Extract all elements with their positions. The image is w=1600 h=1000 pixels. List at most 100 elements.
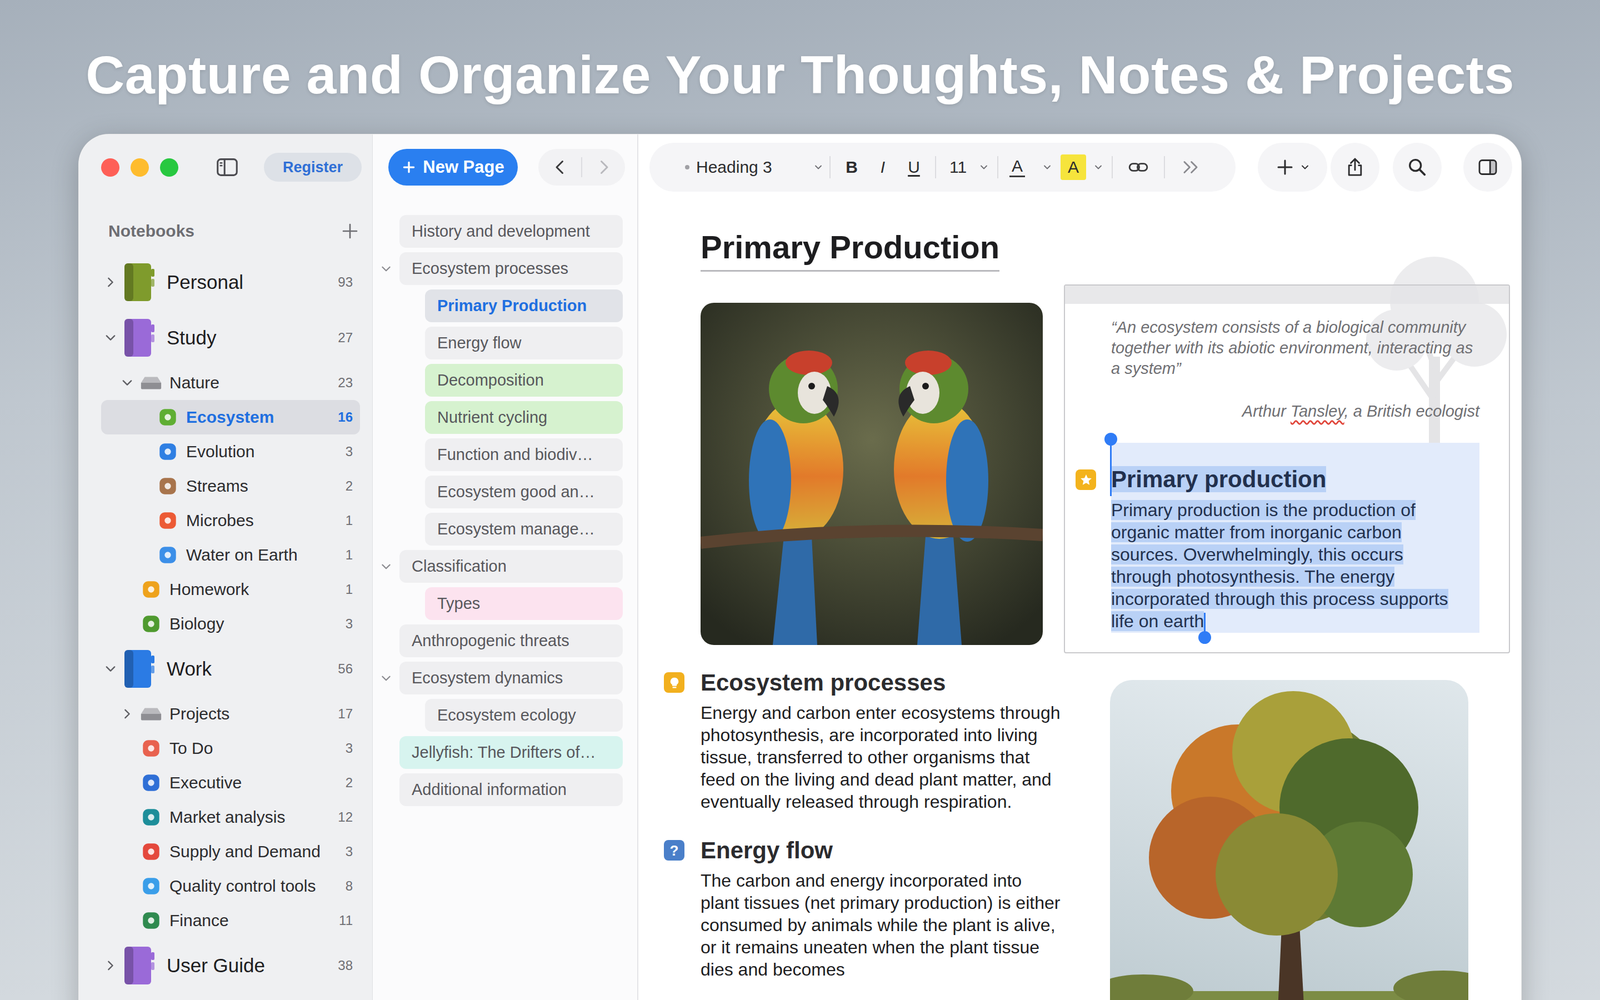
note-heading[interactable]: Primary production <box>1111 460 1480 498</box>
section-heading[interactable]: Energy flow <box>700 834 833 867</box>
page-item[interactable]: Ecosystem ecology <box>425 698 623 732</box>
inspector-toggle-button[interactable] <box>1463 142 1513 192</box>
page-item[interactable]: Additional information <box>399 773 623 807</box>
insert-button[interactable] <box>1257 142 1328 192</box>
sidebar-item[interactable]: Homework 1 <box>101 572 360 607</box>
section-icon <box>158 476 178 496</box>
sidebar-item-count: 12 <box>337 809 353 825</box>
minimize-button[interactable] <box>130 158 149 177</box>
section-icon <box>158 442 178 462</box>
content-section: ? Energy flow The carbon and energy inco… <box>700 834 1062 981</box>
chevron-icon[interactable] <box>103 275 118 289</box>
selected-note-block[interactable]: Primary production Primary production is… <box>1111 442 1480 633</box>
page-item[interactable]: Nutrient cycling <box>425 401 623 434</box>
sidebar-item[interactable]: Projects 17 <box>101 696 360 732</box>
share-button[interactable] <box>1330 142 1380 192</box>
sidebar-item[interactable]: Executive 2 <box>101 765 360 800</box>
headline: Capture and Organize Your Thoughts, Note… <box>0 0 1600 107</box>
parrots-image[interactable] <box>700 302 1043 645</box>
selection-end-handle[interactable] <box>1203 612 1206 633</box>
back-button[interactable] <box>538 148 582 186</box>
chevron-icon[interactable] <box>103 331 118 345</box>
sidebar-item[interactable]: Ecosystem 16 <box>101 400 360 435</box>
page-item[interactable]: Ecosystem processes <box>399 252 623 285</box>
page-item[interactable]: Function and biodiv… <box>425 438 623 472</box>
page-item[interactable]: Classification <box>399 550 623 583</box>
font-size-dropdown[interactable]: 11 <box>941 157 992 177</box>
sidebar-item-label: Market analysis <box>169 807 334 827</box>
sidebar-item[interactable]: Streams 2 <box>101 468 360 504</box>
bold-button[interactable]: B <box>836 157 868 177</box>
sidebar-toggle-icon[interactable] <box>214 154 240 180</box>
sidebar-item[interactable]: To Do 3 <box>101 731 360 766</box>
sidebar-item[interactable]: Study 27 <box>101 310 360 366</box>
link-button[interactable] <box>1118 156 1159 178</box>
page-list-toolbar: New Page <box>372 134 638 200</box>
sidebar-item[interactable]: Microbes 1 <box>101 503 360 538</box>
question-badge-icon[interactable]: ? <box>663 840 685 861</box>
sidebar-item-count: 17 <box>337 706 353 722</box>
sidebar-item-count: 1 <box>345 547 353 563</box>
page-row: Jellyfish: The Drifters of… <box>372 736 638 769</box>
section-text[interactable]: The carbon and energy incorporated into … <box>700 869 1062 981</box>
chevron-icon[interactable] <box>380 560 393 573</box>
quote-attribution[interactable]: Arthur Tansley, a British ecologist <box>1111 401 1480 422</box>
sidebar-item-label: Finance <box>169 911 335 930</box>
sidebar-item[interactable]: Water on Earth 1 <box>101 537 360 573</box>
chevron-icon[interactable] <box>120 376 134 390</box>
sidebar-item[interactable]: Supply and Demand 3 <box>101 834 360 869</box>
paragraph-style-dropdown[interactable]: Heading 3 <box>685 157 824 177</box>
sidebar-item[interactable]: Biology 3 <box>101 606 360 642</box>
highlight-color-button[interactable]: A <box>1055 154 1107 180</box>
page-item[interactable]: Decomposition <box>425 363 623 397</box>
tree-picture <box>1110 680 1469 1000</box>
sidebar-item-label: Evolution <box>186 442 342 462</box>
section-text[interactable]: Energy and carbon enter ecosystems throu… <box>700 701 1062 813</box>
star-badge-icon[interactable] <box>1075 469 1097 490</box>
section-heading[interactable]: Ecosystem processes <box>700 666 946 699</box>
folder-icon <box>139 705 163 723</box>
italic-button[interactable]: I <box>867 157 899 177</box>
selection-start-handle[interactable] <box>1110 442 1112 497</box>
page-item[interactable]: History and development <box>399 215 623 248</box>
sidebar-item[interactable]: Nature 23 <box>101 365 360 400</box>
page-title[interactable]: Primary Production <box>700 227 1000 272</box>
chevron-icon[interactable] <box>120 707 134 721</box>
page-item[interactable]: Energy flow <box>425 326 623 360</box>
search-button[interactable] <box>1392 142 1442 192</box>
zoom-button[interactable] <box>160 158 179 177</box>
text-color-button[interactable]: A <box>1003 157 1055 178</box>
chevron-icon[interactable] <box>380 262 393 275</box>
sidebar-item[interactable]: Evolution 3 <box>101 434 360 469</box>
sidebar-item[interactable]: Quality control tools 8 <box>101 868 360 904</box>
idea-badge-icon[interactable] <box>663 672 685 693</box>
register-button[interactable]: Register <box>263 152 362 182</box>
chevron-icon[interactable] <box>103 958 118 973</box>
more-tools-button[interactable] <box>1170 156 1211 178</box>
page-item[interactable]: Primary Production <box>425 289 623 323</box>
quote-text[interactable]: “An ecosystem consists of a biological c… <box>1111 317 1480 379</box>
add-notebook-icon[interactable] <box>340 221 360 242</box>
page-item[interactable]: Ecosystem dynamics <box>399 661 623 695</box>
sidebar-item[interactable]: Finance 11 <box>101 903 360 938</box>
underline-button[interactable]: U <box>898 157 930 177</box>
page-item[interactable]: Anthropogenic threats <box>399 624 623 658</box>
chevron-icon[interactable] <box>380 672 393 685</box>
forward-button[interactable] <box>582 148 625 186</box>
new-page-button[interactable]: New Page <box>388 148 518 186</box>
section-icon <box>158 407 178 427</box>
sidebar-item[interactable]: Work 56 <box>101 641 360 697</box>
sidebar-item[interactable]: User Guide 38 <box>101 937 360 994</box>
sidebar-item[interactable]: Personal 93 <box>101 254 360 310</box>
page-item[interactable]: Jellyfish: The Drifters of… <box>399 736 623 769</box>
note-text[interactable]: Primary production is the production of … <box>1111 498 1480 633</box>
tree-image[interactable] <box>1110 680 1469 1000</box>
sidebar-item[interactable]: Market analysis 12 <box>101 800 360 835</box>
page-item[interactable]: Ecosystem manage… <box>425 512 623 546</box>
page-item[interactable]: Ecosystem good an… <box>425 475 623 509</box>
chevron-icon[interactable] <box>103 662 118 676</box>
sidebar-item-count: 11 <box>338 912 353 929</box>
close-button[interactable] <box>101 158 120 177</box>
page-item[interactable]: Types <box>425 587 623 620</box>
navigation-buttons <box>538 148 625 186</box>
